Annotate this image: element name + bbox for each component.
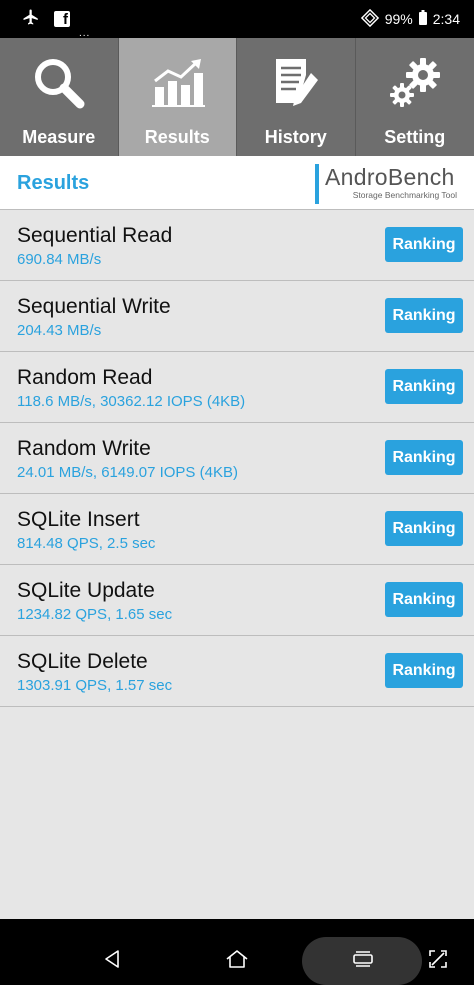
ranking-button[interactable]: Ranking <box>385 298 463 333</box>
signal-icon <box>360 8 379 30</box>
status-bar: f 99% 2:34 ... <box>0 0 474 39</box>
logo-text: AndroBench <box>325 164 455 190</box>
test-value: 1234.82 QPS, 1.65 sec <box>17 606 173 623</box>
results-header: Results AndroBench Storage Benchmarking … <box>0 156 474 210</box>
home-icon[interactable] <box>226 949 248 974</box>
expand-icon[interactable] <box>428 949 448 974</box>
androbench-logo: AndroBench Storage Benchmarking Tool <box>315 164 457 204</box>
tab-label: Setting <box>384 127 446 147</box>
tab-history[interactable]: History <box>237 38 356 156</box>
tab-measure[interactable]: Measure <box>0 38 119 156</box>
ranking-button[interactable]: Ranking <box>385 582 463 617</box>
back-icon[interactable] <box>103 949 123 974</box>
result-row-sqlite-update: SQLite Update 1234.82 QPS, 1.65 sec Rank… <box>0 565 474 636</box>
ranking-button[interactable]: Ranking <box>385 369 463 404</box>
bar-chart-icon <box>149 55 206 111</box>
result-row-random-write: Random Write 24.01 MB/s, 6149.07 IOPS (4… <box>0 423 474 494</box>
facebook-icon: f <box>54 11 70 28</box>
battery-icon <box>418 10 427 28</box>
ranking-button[interactable]: Ranking <box>385 227 463 262</box>
result-row-sqlite-delete: SQLite Delete 1303.91 QPS, 1.57 sec Rank… <box>0 636 474 707</box>
test-name: SQLite Insert <box>17 508 140 531</box>
tab-label: Measure <box>22 127 96 147</box>
test-name: SQLite Update <box>17 579 155 602</box>
test-value: 24.01 MB/s, 6149.07 IOPS (4KB) <box>17 464 238 481</box>
navigation-bar <box>0 919 474 985</box>
ranking-button[interactable]: Ranking <box>385 511 463 546</box>
test-name: Sequential Write <box>17 295 171 318</box>
result-row-sequential-read: Sequential Read 690.84 MB/s Ranking <box>0 210 474 281</box>
test-name: SQLite Delete <box>17 650 148 673</box>
test-value: 690.84 MB/s <box>17 251 102 268</box>
test-value: 118.6 MB/s, 30362.12 IOPS (4KB) <box>17 393 246 410</box>
results-list: Sequential Read 690.84 MB/s Ranking Sequ… <box>0 210 474 707</box>
clock: 2:34 <box>432 11 460 27</box>
magnifier-icon <box>31 55 87 111</box>
battery-level: 99% <box>384 11 413 27</box>
gears-icon <box>387 55 443 111</box>
tab-bar: Measure Results History Setting <box>0 38 474 156</box>
test-name: Sequential Read <box>17 224 173 247</box>
document-pencil-icon <box>268 55 324 111</box>
result-row-random-read: Random Read 118.6 MB/s, 30362.12 IOPS (4… <box>0 352 474 423</box>
page-title: Results <box>17 172 90 194</box>
tab-label: Results <box>144 127 210 147</box>
ranking-button[interactable]: Ranking <box>385 653 463 688</box>
test-value: 1303.91 QPS, 1.57 sec <box>17 677 173 694</box>
tab-setting[interactable]: Setting <box>355 38 474 156</box>
ranking-button[interactable]: Ranking <box>385 440 463 475</box>
airplane-icon <box>22 8 40 31</box>
test-name: Random Read <box>17 366 153 389</box>
recents-icon[interactable] <box>352 949 374 974</box>
test-name: Random Write <box>17 437 151 460</box>
tab-label: History <box>264 127 327 147</box>
notification-dots-icon: ... <box>79 28 91 39</box>
tab-results[interactable]: Results <box>118 38 237 156</box>
test-value: 814.48 QPS, 2.5 sec <box>17 535 156 552</box>
logo-subtitle: Storage Benchmarking Tool <box>352 190 457 200</box>
test-value: 204.43 MB/s <box>17 322 102 339</box>
result-row-sequential-write: Sequential Write 204.43 MB/s Ranking <box>0 281 474 352</box>
result-row-sqlite-insert: SQLite Insert 814.48 QPS, 2.5 sec Rankin… <box>0 494 474 565</box>
